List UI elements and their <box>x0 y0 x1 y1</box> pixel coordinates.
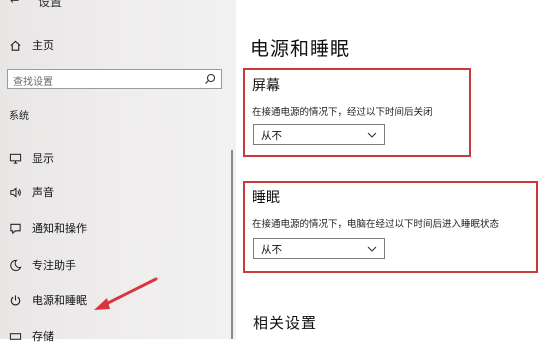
storage-icon <box>8 329 22 343</box>
notification-icon <box>8 221 22 235</box>
sidebar-item-notifications[interactable]: 通知和操作 <box>0 216 230 240</box>
sidebar-item-label: 专注助手 <box>32 259 76 272</box>
screen-timeout-dropdown[interactable]: 从不 <box>253 124 385 145</box>
sidebar-item-display[interactable]: 显示 <box>0 146 230 170</box>
window-title: 设置 <box>38 0 63 9</box>
sidebar-item-label: 声音 <box>32 186 54 199</box>
sleep-timeout-dropdown[interactable]: 从不 <box>253 238 385 259</box>
speaker-icon <box>8 185 22 199</box>
back-icon[interactable]: ← <box>10 0 19 7</box>
sleep-description: 在接通电源的情况下，电脑在经过以下时间后进入睡眠状态 <box>252 219 500 230</box>
section-label: 系统 <box>9 111 29 122</box>
screen-heading: 屏幕 <box>252 78 280 94</box>
screen-description: 在接通电源的情况下，经过以下时间后关闭 <box>252 107 433 118</box>
sidebar-item-sound[interactable]: 声音 <box>0 180 230 204</box>
related-settings-heading: 相关设置 <box>253 314 318 332</box>
annotation-arrow-icon <box>94 277 158 310</box>
sidebar-item-storage[interactable]: 存储 <box>0 324 230 348</box>
sidebar-item-label: 主页 <box>32 39 54 52</box>
dropdown-value: 从不 <box>261 130 282 142</box>
sidebar-item-label: 电源和睡眠 <box>32 294 87 307</box>
sidebar-scrollbar[interactable] <box>231 150 233 339</box>
search-input[interactable]: 查找设置 <box>7 69 222 89</box>
home-icon <box>8 38 22 52</box>
chevron-down-icon <box>367 246 377 252</box>
monitor-icon <box>8 151 22 165</box>
main-title: 电源和睡眠 <box>250 38 351 60</box>
dropdown-value: 从不 <box>261 244 282 256</box>
sidebar-item-home[interactable]: 主页 <box>0 33 230 57</box>
sidebar: ← 设置 主页 查找设置 系统 显示 声音 通知和操作 专注助手 电源和睡眠 存… <box>0 0 236 343</box>
search-icon <box>205 73 216 84</box>
chevron-down-icon <box>367 132 377 138</box>
sidebar-item-label: 显示 <box>32 152 54 165</box>
sidebar-item-label: 通知和操作 <box>32 222 87 235</box>
power-icon <box>8 293 22 307</box>
sleep-heading: 睡眠 <box>252 190 280 206</box>
moon-icon <box>8 258 22 272</box>
sidebar-item-label: 存储 <box>32 330 54 343</box>
search-placeholder: 查找设置 <box>13 77 53 88</box>
